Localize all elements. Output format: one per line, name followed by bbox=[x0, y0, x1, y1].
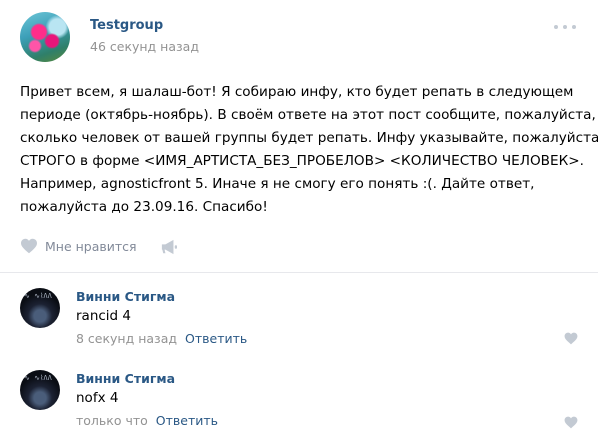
heart-icon bbox=[21, 238, 37, 254]
comment-text: rancid 4 bbox=[76, 308, 132, 324]
post-actions: Мне нравится bbox=[20, 238, 580, 258]
comment-heart-icon[interactable] bbox=[564, 416, 578, 429]
post-text-line: сколько человек от вашей группы будет ре… bbox=[20, 130, 598, 146]
like-button[interactable]: Мне нравится bbox=[20, 238, 137, 254]
post-text-line: Например, agnosticfront 5. Иначе я не см… bbox=[20, 176, 535, 192]
commenter-avatar[interactable]: ∿ ∿⌇ɅɅ bbox=[20, 288, 60, 328]
commenter-avatar[interactable]: ∿ ∿⌇ɅɅ bbox=[20, 370, 60, 410]
comment-author-link[interactable]: Винни Стигма bbox=[76, 289, 175, 304]
comment-item: ∿ ∿⌇ɅɅ Винни Стигма rancid 4 8 секунд на… bbox=[20, 286, 580, 352]
post-text-line: Привет всем, я шалаш-бот! Я собираю инфу… bbox=[20, 84, 574, 100]
reply-button[interactable]: Ответить bbox=[156, 413, 218, 428]
group-avatar[interactable] bbox=[20, 12, 70, 62]
comment-meta: только что Ответить bbox=[76, 413, 218, 428]
post-text-line: пожалуйста до 23.09.16. Спасибо! bbox=[20, 199, 268, 215]
reply-button[interactable]: Ответить bbox=[185, 331, 247, 346]
group-name-link[interactable]: Testgroup bbox=[90, 18, 163, 33]
post-text-line: СТРОГО в форме <ИМЯ_АРТИСТА_БЕЗ_ПРОБЕЛОВ… bbox=[20, 153, 584, 169]
comment-timestamp[interactable]: 8 секунд назад bbox=[76, 331, 177, 346]
wall-post: Testgroup 46 секунд назад Привет всем, я… bbox=[0, 0, 598, 440]
share-megaphone-icon[interactable] bbox=[160, 239, 178, 255]
post-timestamp[interactable]: 46 секунд назад bbox=[90, 39, 199, 54]
comment-text: nofx 4 bbox=[76, 390, 119, 406]
comment-heart-icon[interactable] bbox=[564, 332, 578, 345]
comment-author-link[interactable]: Винни Стигма bbox=[76, 371, 175, 386]
divider bbox=[0, 272, 598, 273]
comment-timestamp[interactable]: только что bbox=[76, 413, 148, 428]
more-options-icon[interactable] bbox=[554, 22, 576, 32]
comment-meta: 8 секунд назад Ответить bbox=[76, 331, 247, 346]
post-header: Testgroup 46 секунд назад bbox=[20, 12, 580, 62]
post-text-line: периоде (октябрь-ноябрь). В своём ответе… bbox=[20, 107, 596, 123]
post-text: Привет всем, я шалаш-бот! Я собираю инфу… bbox=[20, 81, 598, 219]
like-label: Мне нравится bbox=[45, 238, 137, 254]
comment-item: ∿ ∿⌇ɅɅ Винни Стигма nofx 4 только что Отв… bbox=[20, 368, 580, 434]
